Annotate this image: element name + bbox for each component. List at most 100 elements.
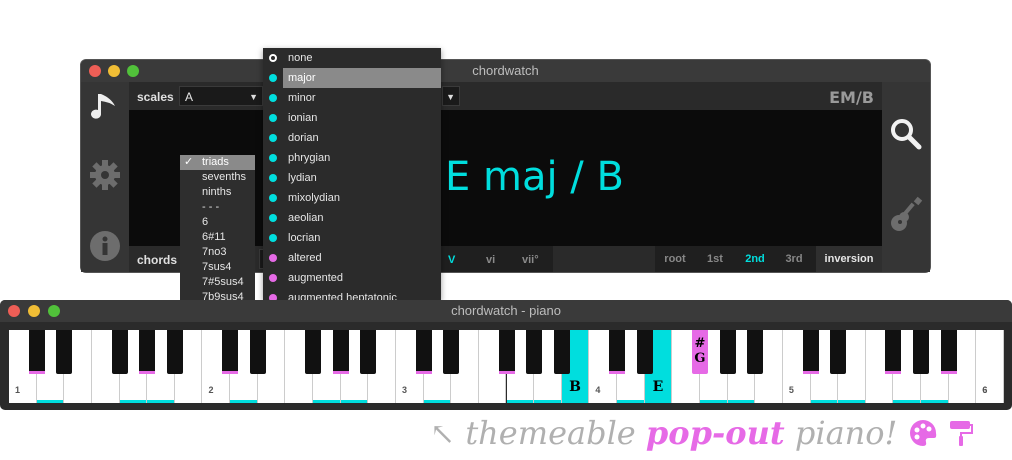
piano-black-key[interactable]	[526, 330, 543, 374]
chord-type-item[interactable]: 7sus4	[180, 260, 255, 275]
key-stripe	[810, 400, 838, 403]
scale-item[interactable]: locrian	[263, 228, 441, 248]
chord-type-item[interactable]: ✓ triads	[180, 155, 255, 170]
scale-item[interactable]: minor	[263, 88, 441, 108]
piano-black-key[interactable]	[719, 330, 736, 374]
key-stripe	[332, 371, 349, 374]
close-window-button[interactable]	[8, 305, 20, 317]
scale-dot-icon	[269, 74, 277, 82]
scale-dot-icon	[269, 274, 277, 282]
piano-black-key[interactable]	[28, 330, 45, 374]
tagline-popout: pop-out	[645, 414, 785, 452]
scale-item[interactable]: major	[269, 68, 441, 88]
scale-item[interactable]: ionian	[263, 108, 441, 128]
chevron-down-icon: ▼	[446, 92, 455, 102]
radio-icon	[269, 54, 277, 62]
zoom-window-button[interactable]	[48, 305, 60, 317]
piano-black-key[interactable]	[553, 330, 570, 374]
degree-vii[interactable]: vii°	[522, 254, 539, 266]
piano-black-key[interactable]	[913, 330, 930, 374]
key-stripe	[727, 400, 755, 403]
degree-vi[interactable]: vi	[486, 254, 495, 266]
left-sidebar	[81, 82, 129, 272]
key-stripe	[699, 400, 727, 403]
gear-icon[interactable]	[81, 158, 129, 197]
chord-name-display: E maj / B	[445, 154, 624, 200]
chord-type-item[interactable]: 6	[180, 215, 255, 230]
chord-type-item[interactable]: 7#5sus4	[180, 275, 255, 290]
chord-type-item[interactable]: 7no3	[180, 245, 255, 260]
scale-item[interactable]: phrygian	[263, 148, 441, 168]
scale-item[interactable]: altered	[263, 248, 441, 268]
chord-type-item[interactable]: 7b9sus4	[180, 290, 255, 300]
inversion-root[interactable]: root	[659, 246, 691, 272]
piano-black-key[interactable]	[747, 330, 764, 374]
scale-item[interactable]: lydian	[263, 168, 441, 188]
scale-dot-icon	[269, 234, 277, 242]
guitar-icon[interactable]	[882, 196, 930, 239]
piano-black-key[interactable]	[498, 330, 515, 374]
window-title: chordwatch	[472, 63, 539, 78]
search-icon[interactable]	[882, 117, 930, 156]
inversion-3rd[interactable]: 3rd	[778, 246, 810, 272]
key-stripe	[28, 371, 45, 374]
scale-item[interactable]: aeolian	[263, 208, 441, 228]
piano-black-key[interactable]	[222, 330, 239, 374]
piano-black-key[interactable]	[830, 330, 847, 374]
info-icon[interactable]	[81, 230, 129, 267]
scale-item[interactable]: dorian	[263, 128, 441, 148]
scale-item[interactable]: mixolydian	[263, 188, 441, 208]
piano-black-key[interactable]	[609, 330, 626, 374]
key-stripe	[940, 371, 957, 374]
scale-dot-icon	[269, 214, 277, 222]
scale-item[interactable]: augmented	[263, 268, 441, 288]
music-note-icon[interactable]	[81, 90, 129, 129]
octave-label: 1	[15, 385, 21, 395]
piano-black-key[interactable]	[305, 330, 322, 374]
minimize-window-button[interactable]	[28, 305, 40, 317]
piano-white-key[interactable]: 66	[976, 330, 1004, 403]
chord-type-item[interactable]: - - -	[180, 200, 255, 215]
inversion-2nd[interactable]: 2nd	[739, 246, 771, 272]
piano-window-title: chordwatch - piano	[451, 303, 561, 318]
piano-black-key[interactable]	[360, 330, 377, 374]
minimize-window-button[interactable]	[108, 65, 120, 77]
piano-black-key[interactable]	[802, 330, 819, 374]
piano-black-key[interactable]	[443, 330, 460, 374]
key-stripe	[609, 371, 626, 374]
chord-type-item[interactable]: sevenths	[180, 170, 255, 185]
scale-item[interactable]: augmented heptatonic	[263, 288, 441, 300]
piano-black-key[interactable]	[56, 330, 73, 374]
main-titlebar: chordwatch	[81, 60, 930, 82]
inversion-1st[interactable]: 1st	[699, 246, 731, 272]
scale-dot-icon	[269, 154, 277, 162]
key-stripe	[534, 400, 561, 403]
tagline-piano: piano!	[794, 414, 898, 452]
piano-black-key[interactable]: # G	[691, 330, 708, 374]
chord-type-menu: ✓ triads sevenths ninths - - - 6 6#11 7no…	[180, 155, 255, 300]
piano-black-key[interactable]	[636, 330, 653, 374]
piano-black-key[interactable]	[332, 330, 349, 374]
chords-label: chords	[137, 253, 178, 267]
key-select[interactable]: A ▼	[179, 86, 263, 106]
scales-label: scales	[137, 90, 174, 104]
piano-black-key[interactable]	[249, 330, 266, 374]
scale-item[interactable]: none	[263, 48, 441, 68]
palette-icon	[909, 420, 936, 446]
piano-black-key[interactable]	[885, 330, 902, 374]
piano-black-key[interactable]	[139, 330, 156, 374]
chord-type-item[interactable]: ninths	[180, 185, 255, 200]
close-window-button[interactable]	[89, 65, 101, 77]
zoom-window-button[interactable]	[127, 65, 139, 77]
degree-v[interactable]: V	[448, 254, 455, 266]
scales-bar: scales A ▼ ▼	[129, 82, 882, 110]
curved-arrow-icon: ↖	[430, 417, 456, 452]
chord-type-item[interactable]: 6#11	[180, 230, 255, 245]
scale-select-caret[interactable]: ▼	[442, 86, 460, 106]
piano-black-key[interactable]	[415, 330, 432, 374]
piano-black-key[interactable]	[111, 330, 128, 374]
piano-black-key[interactable]	[940, 330, 957, 374]
piano-keyboard: 1 2 3 B 4 E 5 6 6 # G	[9, 330, 1004, 403]
piano-black-key[interactable]	[166, 330, 183, 374]
octave-label: 5	[788, 385, 794, 395]
